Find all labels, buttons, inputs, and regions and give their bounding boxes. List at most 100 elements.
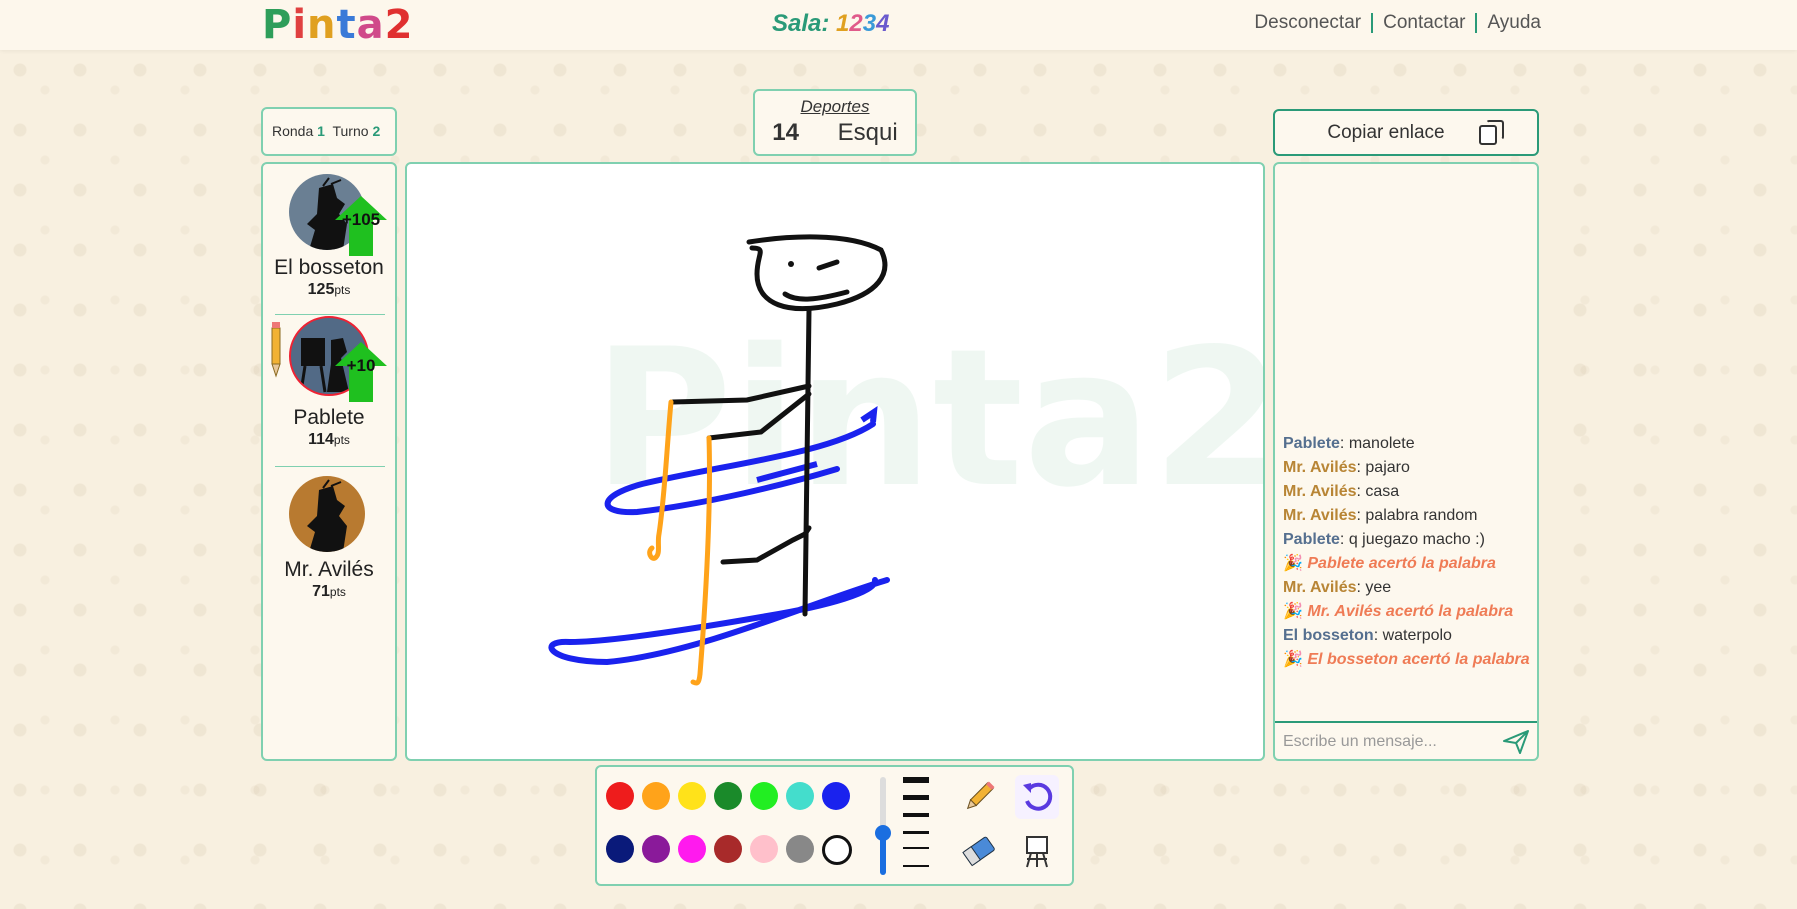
word-category: Deportes (800, 97, 870, 116)
player-name: Pablete (293, 406, 365, 429)
chat-text: : yee (1356, 579, 1392, 596)
room-indicator: Sala: 1234 (772, 10, 889, 38)
bonus-value: +10 (346, 356, 376, 375)
chat-text: : q juegazo macho :) (1339, 531, 1485, 548)
divider (275, 314, 385, 315)
chat-message: Mr. Avilés: casa (1283, 480, 1533, 504)
player-card: +10 Pablete 114pts (263, 316, 395, 466)
top-bar: Pinta2 Sala: 1234 Desconectar Contactar Ay… (0, 0, 1797, 50)
copy-icon (1479, 120, 1504, 145)
chat-message: Mr. Avilés: pajaro (1283, 456, 1533, 480)
color-swatch[interactable] (678, 835, 706, 863)
logo-letter: P (262, 2, 293, 48)
player-points: 71pts (263, 583, 395, 601)
nav-disconnect[interactable]: Desconectar (1254, 12, 1361, 33)
eraser-tool-button[interactable] (957, 829, 1001, 873)
color-swatch[interactable] (606, 782, 634, 810)
turn-value: 2 (372, 123, 381, 139)
avatar (289, 476, 365, 552)
easel-icon (1026, 836, 1048, 868)
copy-link-label: Copiar enlace (1327, 122, 1445, 143)
send-icon[interactable] (1503, 730, 1529, 754)
chat-panel: Pablete: manolete Mr. Avilés: pajaro Mr. A… (1273, 162, 1539, 761)
nav-help[interactable]: Ayuda (1487, 12, 1541, 33)
round-info: Ronda 1 Turno 2 (261, 107, 397, 156)
chat-message: Mr. Avilés: yee (1283, 576, 1533, 600)
drawing-toolbar (595, 765, 1074, 886)
nav-contact[interactable]: Contactar (1383, 12, 1465, 33)
canvas-watermark: Pinta2 (593, 308, 1263, 529)
color-swatch[interactable] (786, 782, 814, 810)
chat-message: 🎉 El bosseton acertó la palabra (1283, 648, 1533, 672)
chat-message: El bosseton: waterpolo (1283, 624, 1533, 648)
logo-letter: i (292, 2, 308, 48)
divider (275, 466, 385, 467)
chat-message: 🎉 Pablete acertó la palabra (1283, 552, 1533, 576)
size-preset[interactable] (903, 847, 929, 849)
color-swatch[interactable] (714, 782, 742, 810)
nav-separator (1475, 12, 1478, 33)
chat-messages: Pablete: manolete Mr. Avilés: pajaro Mr. A… (1283, 432, 1533, 672)
chat-username: Mr. Avilés (1283, 483, 1357, 500)
room-digit: 2 (849, 10, 863, 37)
size-preset[interactable] (903, 865, 929, 867)
color-swatch[interactable] (642, 835, 670, 863)
points-value: 125 (307, 281, 335, 298)
party-icon: 🎉 (1283, 555, 1308, 572)
color-swatch[interactable] (750, 782, 778, 810)
word-count: 14 (772, 119, 799, 146)
brush-size-slider[interactable] (875, 777, 891, 875)
chat-text: : waterpolo (1373, 627, 1452, 644)
logo-letter: t (336, 2, 357, 48)
pencil-icon (271, 322, 281, 378)
chat-username: Mr. Avilés (1283, 459, 1357, 476)
size-preset[interactable] (903, 831, 929, 834)
player-card: Mr. Avilés 71pts (263, 468, 395, 618)
word-box: Deportes 14 Esqui (753, 89, 917, 156)
room-label: Sala: (772, 10, 830, 37)
color-swatch[interactable] (678, 782, 706, 810)
player-card: +105 El bosseton 125pts (263, 164, 395, 314)
size-preset[interactable] (903, 813, 929, 817)
size-preset[interactable] (903, 777, 929, 783)
logo[interactable]: Pinta2 (262, 2, 414, 48)
logo-letter: a (356, 2, 385, 48)
pencil-tool-button[interactable] (957, 775, 1001, 819)
player-list: +105 El bosseton 125pts +10 Pablete 114p… (261, 162, 397, 761)
top-nav: Desconectar Contactar Ayuda (1254, 12, 1541, 34)
undo-icon (1023, 782, 1053, 811)
color-swatch[interactable] (642, 782, 670, 810)
chat-message: Pablete: manolete (1283, 432, 1533, 456)
chat-message: Mr. Avilés: palabra random (1283, 504, 1533, 528)
points-unit: pts (333, 433, 350, 447)
size-preset[interactable] (903, 795, 929, 800)
color-swatch[interactable] (606, 835, 634, 863)
drawing-canvas[interactable]: Pinta2 (405, 162, 1265, 761)
party-icon: 🎉 (1283, 603, 1308, 620)
undo-button[interactable] (1015, 775, 1059, 819)
color-swatch[interactable] (786, 835, 814, 863)
copy-link-button[interactable]: Copiar enlace (1273, 109, 1539, 156)
color-swatch[interactable] (750, 835, 778, 863)
pencil-icon (966, 781, 995, 810)
room-digit: 4 (876, 10, 890, 37)
color-swatch[interactable] (822, 782, 850, 810)
color-swatch[interactable] (822, 835, 852, 865)
chat-message: Pablete: q juegazo macho :) (1283, 528, 1533, 552)
color-swatch[interactable] (714, 835, 742, 863)
slider-knob[interactable] (875, 825, 891, 841)
points-value: 71 (312, 583, 330, 600)
chat-input[interactable] (1281, 729, 1495, 755)
chat-username: Mr. Avilés (1283, 507, 1357, 524)
chat-username: Pablete (1283, 531, 1340, 548)
chat-username: Pablete (1283, 435, 1340, 452)
score-bonus-badge: +10 (335, 342, 387, 402)
logo-letter: 2 (384, 2, 414, 48)
brush-size-presets[interactable] (903, 777, 929, 877)
room-digit: 3 (862, 10, 877, 37)
eraser-icon (962, 836, 995, 867)
player-points: 114pts (263, 431, 395, 449)
player-points: 125pts (263, 281, 395, 299)
round-value: 1 (317, 123, 325, 139)
clear-canvas-button[interactable] (1015, 829, 1059, 873)
